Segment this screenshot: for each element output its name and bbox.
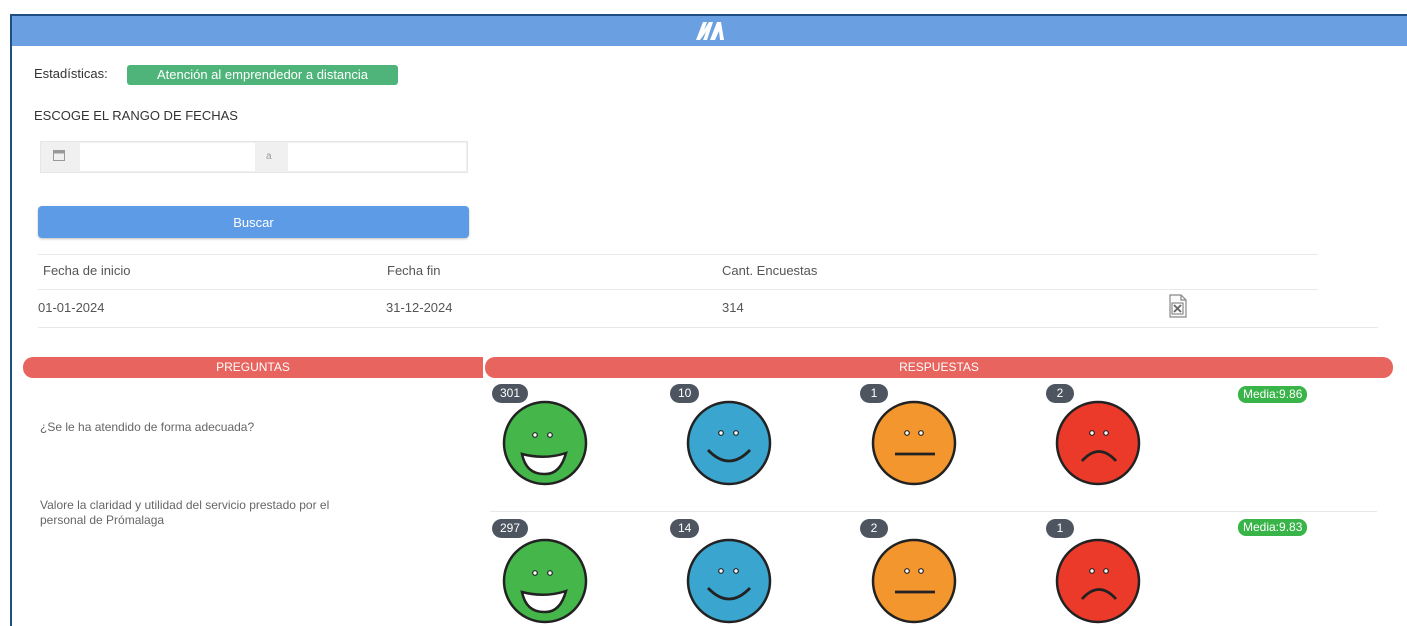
app-frame — [10, 14, 1407, 626]
row-divider — [490, 511, 1377, 512]
neutral-face-icon — [871, 538, 957, 624]
questions-header: PREGUNTAS — [23, 357, 483, 378]
neutral-face-icon — [871, 400, 957, 486]
date-range-title: ESCOGE EL RANGO DE FECHAS — [34, 108, 238, 123]
end-date-value: 31-12-2024 — [386, 300, 453, 315]
count-sad: 1 — [1046, 519, 1074, 538]
media-score: Media:9.86 — [1238, 386, 1308, 403]
table-top-divider — [38, 254, 1318, 255]
happy-face-icon — [686, 538, 772, 624]
end-date-input[interactable] — [288, 143, 466, 171]
question-1: ¿Se le ha atendido de forma adecuada? — [40, 420, 255, 434]
count-very-happy: 297 — [492, 519, 529, 538]
count-happy: 14 — [670, 519, 700, 538]
survey-count-value: 314 — [722, 300, 744, 315]
service-selector[interactable]: Atención al emprendedor a distancia — [127, 65, 398, 85]
answers-header: RESPUESTAS — [485, 357, 1393, 378]
stats-label: Estadísticas: — [34, 66, 108, 81]
happy-face-icon — [686, 400, 772, 486]
sad-face-icon — [1055, 538, 1141, 624]
question-2: Valore la claridad y utilidad del servic… — [40, 498, 330, 527]
very-happy-face-icon — [502, 538, 588, 624]
header-end-date: Fecha fin — [387, 263, 441, 278]
header-survey-count: Cant. Encuestas — [722, 263, 818, 278]
very-happy-face-icon — [502, 400, 588, 486]
sad-face-icon — [1055, 400, 1141, 486]
table-bottom-divider — [38, 327, 1378, 328]
calendar-icon — [53, 150, 65, 161]
count-neutral: 2 — [860, 519, 888, 538]
date-separator: a — [266, 151, 272, 162]
start-date-value: 01-01-2024 — [38, 300, 105, 315]
search-button[interactable]: Buscar — [38, 206, 469, 238]
media-score: Media:9.83 — [1238, 519, 1308, 536]
promalaga-logo — [696, 22, 724, 40]
header-start-date: Fecha de inicio — [43, 263, 131, 278]
table-header-divider — [38, 289, 1318, 290]
start-date-input[interactable] — [80, 143, 255, 171]
excel-export-icon[interactable] — [1169, 294, 1187, 318]
